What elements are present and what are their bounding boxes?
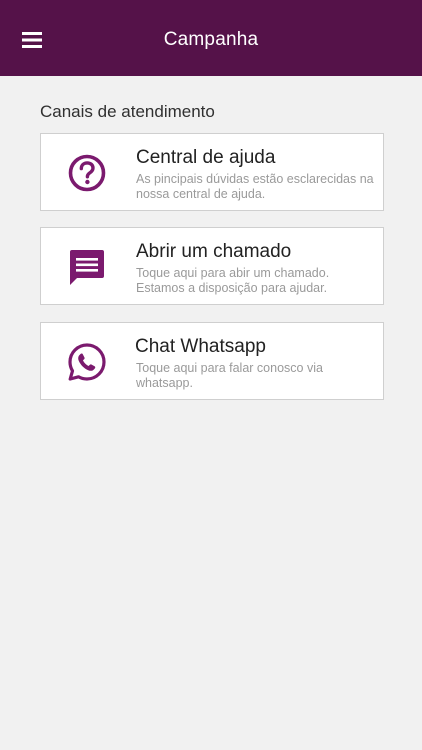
help-circle-icon bbox=[68, 154, 106, 192]
open-ticket-card[interactable]: Abrir um chamado Toque aqui para abir um… bbox=[40, 227, 384, 305]
card-title: Chat Whatsapp bbox=[135, 336, 266, 357]
card-description: Toque aqui para falar conosco via whatsa… bbox=[136, 361, 323, 390]
card-title: Abrir um chamado bbox=[136, 241, 292, 262]
whatsapp-chat-card[interactable]: Chat Whatsapp Toque aqui para falar cono… bbox=[40, 322, 384, 400]
page-title: Campanha bbox=[163, 29, 259, 50]
whatsapp-icon bbox=[68, 343, 106, 381]
message-icon bbox=[70, 250, 104, 285]
app-bar: Campanha bbox=[0, 0, 422, 76]
card-description: Toque aqui para abir um chamado. Estamos… bbox=[136, 266, 330, 295]
card-description: As pincipais dúvidas estão esclarecidas … bbox=[136, 172, 374, 201]
help-center-card[interactable]: Central de ajuda As pincipais dúvidas es… bbox=[40, 133, 384, 211]
card-title: Central de ajuda bbox=[136, 147, 276, 168]
section-title: Canais de atendimento bbox=[40, 102, 215, 121]
